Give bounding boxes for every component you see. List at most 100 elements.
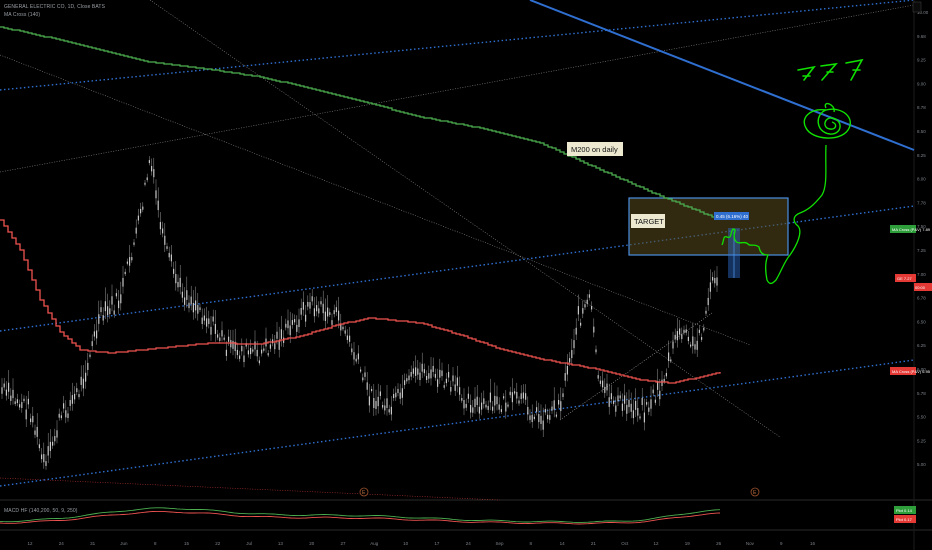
candle-body [159,222,161,230]
m200-label: M200 on daily [571,145,618,154]
candle-body [181,291,183,298]
candle-body [650,399,652,409]
candle-body [386,398,388,408]
time-tick-label: Sep [495,541,504,546]
candle-body [118,300,120,309]
candle-body [122,277,124,287]
candle-body [261,349,263,354]
candle-body [331,320,333,325]
candle-body [679,328,681,335]
candle-body [463,400,465,409]
candle-body [12,389,14,399]
candle-body [619,395,621,399]
candle-body [465,403,467,408]
candle-body [217,334,219,338]
candle-body [705,310,707,314]
candle-body [338,310,340,321]
candle-body [544,409,546,413]
candle-body [516,391,518,399]
candle-body [199,307,201,310]
time-tick-label: 15 [184,541,190,546]
time-tick-label: 21 [591,541,597,546]
time-tick-label: 24 [466,541,472,546]
candle-body [146,177,148,181]
price-axis[interactable]: 10.009.689.259.008.788.508.258.007.787.5… [917,10,929,467]
candle-body [575,327,577,335]
macd-tag-red: Plot 0.17 [896,517,913,522]
candle-body [668,352,670,362]
candle-body [703,327,705,331]
candle-body [320,301,322,305]
price-chart[interactable]: M200 on daily TARGET 0.45 (6.16%) 40 E E… [0,0,932,550]
channel-top [0,0,915,91]
time-axis[interactable]: 12 24 31 Jun 8 15 22 Jul 13 20 27 Aug 10 17 24 Sep 8 14 21… [27,541,815,546]
candle-body [470,404,472,413]
candle-body [364,372,366,377]
time-tick-label: 20 [309,541,315,546]
candle-body [604,386,606,393]
candle-body [397,388,399,393]
candle-body [461,398,463,401]
candle-body [555,414,557,417]
candle-body [551,406,553,411]
macd-tag-green: Plot 0.14 [896,508,913,513]
time-tick-label: Jul [246,541,252,546]
candle-body [525,393,527,400]
price-tick-label: 9.25 [917,58,926,63]
candle-body [498,404,500,410]
candle-body [346,335,348,340]
candle-body [393,394,395,399]
candle-body [228,336,230,342]
candle-body [63,403,65,409]
candle-body [410,371,412,377]
candle-body [173,268,175,274]
candle-body [8,382,10,392]
candle-body [115,293,117,297]
chart-settings-icon[interactable] [912,1,922,13]
candle-body [564,373,566,381]
candle-body [507,404,509,407]
candle-body [681,334,683,340]
candle-body [355,358,357,362]
time-tick-label: Oct [621,541,629,546]
candle-body [496,396,498,405]
candle-body [665,373,667,377]
candle-body [357,353,359,360]
candle-body [344,330,346,334]
candle-body [186,290,188,300]
candle-body [223,337,225,340]
candle-body [219,337,221,341]
candle-body [569,358,571,363]
macd-legend: MACD HF (140,200, 50, 9, 250) [4,508,78,514]
candle-body [16,399,18,404]
candle-body [250,348,252,355]
candle-body [417,368,419,375]
candle-body [212,316,214,322]
candle-body [300,307,302,315]
measure-label: 0.45 (6.16%) 40 [716,214,749,219]
candle-body [351,348,353,353]
candle-body [142,206,144,210]
candle-body [335,307,337,313]
candle-body [701,337,703,340]
candle-body [401,388,403,398]
candle-body [509,391,511,396]
candle-body [197,305,199,314]
candle-body [593,326,595,333]
candle-body [151,166,153,172]
candle-body [243,355,245,363]
time-tick-label: 17 [434,541,440,546]
candle-body [423,369,425,374]
candle-body [531,414,533,423]
candle-body [98,314,100,324]
price-tick-label: 9.00 [917,81,926,86]
candle-body [113,310,115,315]
candle-body [21,402,23,408]
candle-body [170,254,172,262]
candle-body [454,384,456,391]
candle-body [274,343,276,350]
price-tick-label: 5.00 [917,462,926,467]
candle-body [628,399,630,408]
candle-body [175,273,177,284]
candle-body [49,441,51,451]
